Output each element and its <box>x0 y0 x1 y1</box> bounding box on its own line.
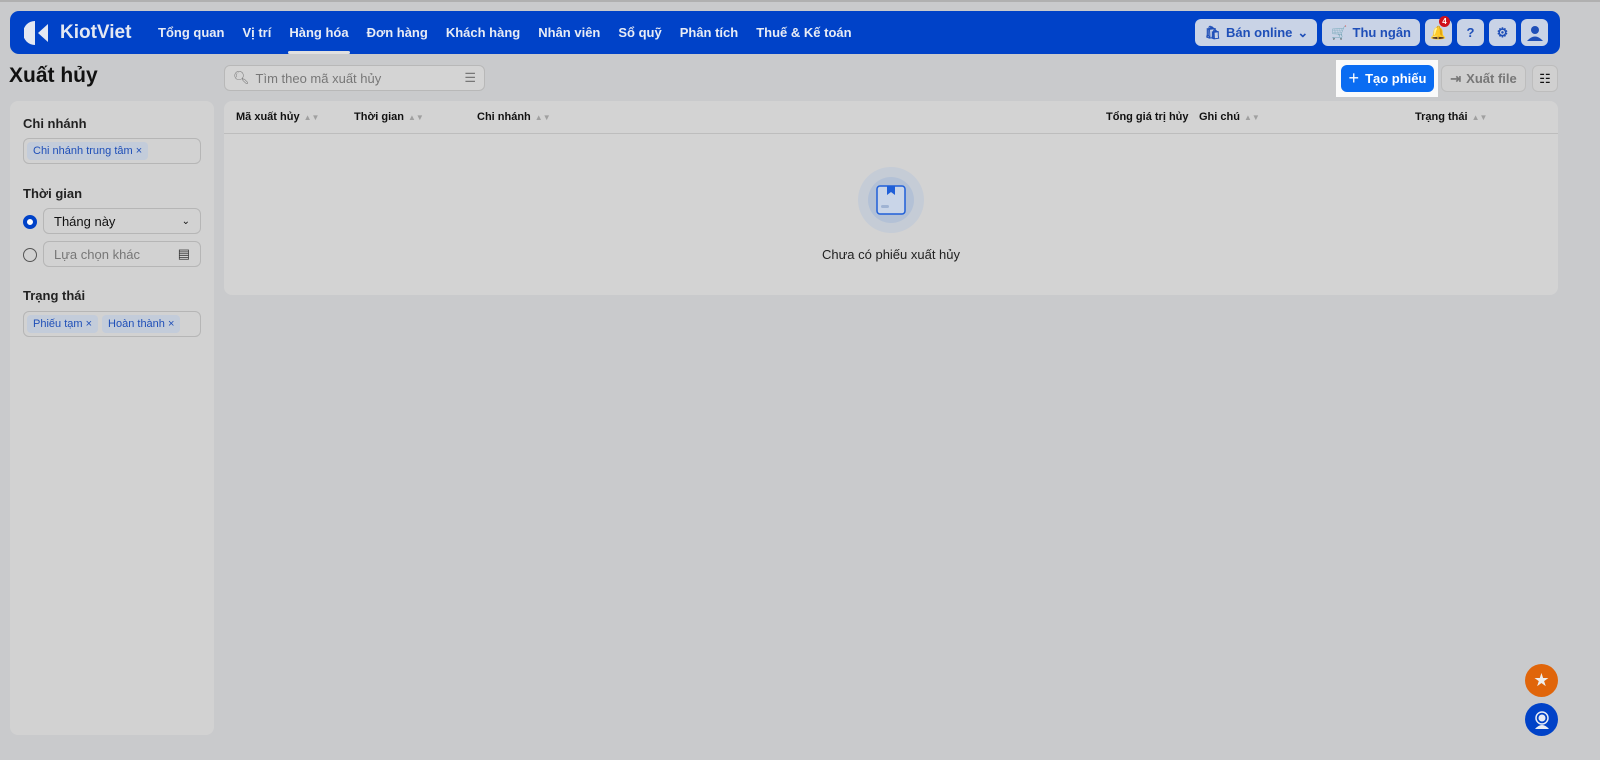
settings-button[interactable]: ⚙ <box>1489 19 1516 46</box>
cashier-button[interactable]: 🛒 Thu ngân <box>1322 19 1420 46</box>
column-settings-button[interactable]: ☷ <box>1532 65 1558 92</box>
empty-state-text: Chưa có phiếu xuất hủy <box>821 247 961 262</box>
voucher-table: Mã xuất hủy ▲▼ Thời gian ▲▼ Chi nhánh ▲▼ Tổ… <box>224 101 1558 295</box>
column-header-note[interactable]: Ghi chú ▲▼ <box>1199 101 1260 133</box>
search-placeholder: Tìm theo mã xuất hủy <box>255 70 382 86</box>
nav-phan-tich[interactable]: Phân tích <box>671 11 748 54</box>
nav-hang-hoa[interactable]: Hàng hóa <box>280 11 357 54</box>
status-select[interactable]: Phiếu tạm × Hoàn thành × <box>23 311 201 337</box>
headset-icon <box>1534 710 1549 729</box>
column-header-status[interactable]: Trạng thái ▲▼ <box>1415 101 1487 133</box>
close-icon[interactable]: × <box>168 318 174 330</box>
columns-icon: ☷ <box>1539 70 1551 86</box>
nav-tong-quan[interactable]: Tổng quan <box>149 11 233 54</box>
support-button[interactable] <box>1525 703 1558 736</box>
nav-vi-tri[interactable]: Vị trí <box>233 11 280 54</box>
star-icon: ★ <box>1533 670 1550 690</box>
question-icon: ? <box>1466 25 1475 40</box>
sort-icon: ▲▼ <box>1471 112 1488 122</box>
top-navbar: KiotViet Tổng quan Vị trí Hàng hóa Đơn h… <box>10 11 1560 54</box>
filter-sliders-icon[interactable]: ☰ <box>464 70 476 86</box>
help-button[interactable]: ? <box>1457 19 1484 46</box>
brand-name: KiotViet <box>60 21 132 43</box>
header-divider <box>224 133 1558 134</box>
column-header-code[interactable]: Mã xuất hủy ▲▼ <box>236 101 319 133</box>
column-header-branch[interactable]: Chi nhánh ▲▼ <box>477 101 551 133</box>
status-label: Trạng thái <box>23 288 86 303</box>
branch-select[interactable]: Chi nhánh trung tâm × <box>23 138 201 164</box>
nav-thue-ke-toan[interactable]: Thuế & Kế toán <box>747 11 860 54</box>
close-icon[interactable]: × <box>86 318 92 330</box>
status-tag[interactable]: Hoàn thành × <box>102 315 181 333</box>
calendar-icon[interactable]: ▤ <box>178 246 190 262</box>
favorite-button[interactable]: ★ <box>1525 664 1558 697</box>
export-icon: ⇥ <box>1450 70 1462 86</box>
nav-nhan-vien[interactable]: Nhân viên <box>529 11 609 54</box>
window-top-border <box>0 0 1600 2</box>
close-icon[interactable]: × <box>136 145 142 157</box>
branch-tag[interactable]: Chi nhánh trung tâm × <box>27 142 149 160</box>
create-voucher-button[interactable]: + Tạo phiếu <box>1341 65 1434 92</box>
sort-icon: ▲▼ <box>303 112 320 122</box>
notifications-button[interactable]: 🔔 4 <box>1425 16 1452 46</box>
nav-so-quy[interactable]: Sổ quỹ <box>609 11 670 54</box>
column-header-total: Tổng giá trị hủy <box>1106 111 1189 123</box>
status-tag[interactable]: Phiếu tạm × <box>27 315 99 333</box>
custom-date-input[interactable]: Lựa chọn khác ▤ <box>43 241 201 267</box>
sort-icon: ▲▼ <box>1243 112 1260 122</box>
nav-khach-hang[interactable]: Khách hàng <box>437 11 529 54</box>
radio-custom-range[interactable] <box>23 248 37 262</box>
shop-bag-icon: 🛍 <box>1204 24 1221 40</box>
chevron-down-icon: ⌄ <box>1297 24 1309 40</box>
column-header-time[interactable]: Thời gian ▲▼ <box>354 101 424 133</box>
plus-icon: + <box>1348 68 1360 88</box>
kiotviet-logo-icon <box>24 20 48 45</box>
notification-badge: 4 <box>1439 16 1450 27</box>
online-sales-button[interactable]: 🛍 Bán online ⌄ <box>1195 19 1318 46</box>
brand-logo[interactable]: KiotViet <box>24 20 149 46</box>
sort-icon: ▲▼ <box>534 112 551 122</box>
search-icon: 🔍︎ <box>233 70 250 85</box>
radio-this-month[interactable] <box>23 215 37 229</box>
page-title: Xuất hủy <box>9 64 98 87</box>
user-icon <box>1526 25 1543 41</box>
chevron-down-icon: ⌄ <box>181 215 190 227</box>
filter-sidebar: Chi nhánh Chi nhánh trung tâm × Thời gia… <box>10 101 214 735</box>
nav-don-hang[interactable]: Đơn hàng <box>358 11 437 54</box>
cart-icon: 🛒 <box>1331 24 1348 40</box>
branch-label: Chi nhánh <box>23 116 87 131</box>
sort-icon: ▲▼ <box>407 112 424 122</box>
search-input[interactable]: 🔍︎ Tìm theo mã xuất hủy ☰ <box>224 65 485 91</box>
user-avatar[interactable] <box>1521 19 1548 46</box>
empty-state-illustration <box>858 167 924 233</box>
box-icon <box>876 185 906 215</box>
time-label: Thời gian <box>23 186 83 201</box>
gear-icon: ⚙ <box>1496 24 1509 40</box>
export-file-button[interactable]: ⇥ Xuất file <box>1441 65 1526 92</box>
time-preset-select[interactable]: Tháng này ⌄ <box>43 208 201 234</box>
